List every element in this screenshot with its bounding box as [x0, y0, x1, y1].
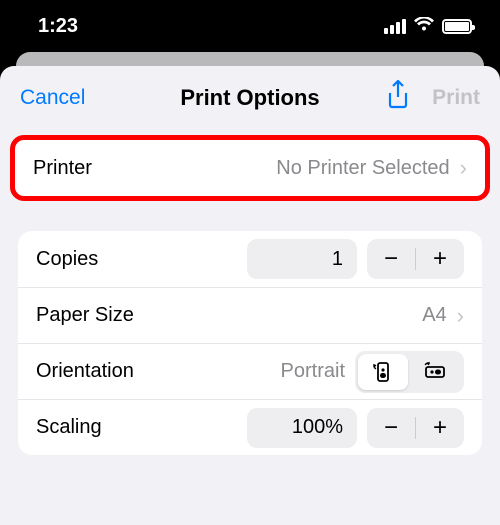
scaling-increment-button[interactable]: +: [416, 408, 464, 448]
print-button[interactable]: Print: [432, 86, 480, 110]
paper-size-value: A4 ›: [422, 303, 464, 329]
copies-row: Copies 1 − +: [18, 231, 482, 287]
portrait-icon: [372, 361, 394, 383]
page-title: Print Options: [180, 85, 319, 111]
wifi-icon: [414, 16, 434, 37]
print-options-sheet: Cancel Print Options Print Printer No Pr…: [0, 66, 500, 525]
orientation-portrait-button[interactable]: [358, 354, 408, 390]
scaling-value[interactable]: 100%: [247, 408, 357, 448]
cellular-icon: [384, 19, 406, 34]
printer-label: Printer: [33, 157, 92, 180]
orientation-row: Orientation Portrait: [18, 343, 482, 399]
settings-group: Copies 1 − + Paper Size A4 › Orientation: [18, 231, 482, 455]
printer-group: Printer No Printer Selected ›: [10, 135, 490, 201]
chevron-right-icon: ›: [453, 303, 464, 329]
orientation-label: Orientation: [36, 360, 134, 383]
printer-value: No Printer Selected ›: [276, 155, 467, 181]
scaling-row: Scaling 100% − +: [18, 399, 482, 455]
battery-icon: [442, 19, 472, 34]
paper-size-row[interactable]: Paper Size A4 ›: [18, 287, 482, 343]
orientation-value: Portrait: [281, 360, 345, 383]
scaling-label: Scaling: [36, 416, 102, 439]
orientation-segmented: [355, 351, 464, 393]
copies-stepper: − +: [367, 239, 464, 279]
status-time: 1:23: [38, 15, 78, 38]
paper-size-label: Paper Size: [36, 304, 134, 327]
share-button[interactable]: [386, 80, 410, 115]
printer-row[interactable]: Printer No Printer Selected ›: [15, 140, 485, 196]
copies-label: Copies: [36, 248, 98, 271]
copies-value[interactable]: 1: [247, 239, 357, 279]
cancel-button[interactable]: Cancel: [20, 86, 85, 110]
nav-bar: Cancel Print Options Print: [0, 80, 500, 135]
status-bar: 1:23: [0, 0, 500, 52]
copies-decrement-button[interactable]: −: [367, 239, 415, 279]
scaling-stepper: − +: [367, 408, 464, 448]
copies-increment-button[interactable]: +: [416, 239, 464, 279]
chevron-right-icon: ›: [456, 155, 467, 181]
scaling-decrement-button[interactable]: −: [367, 408, 415, 448]
orientation-landscape-button[interactable]: [411, 354, 461, 390]
status-indicators: [384, 16, 472, 37]
landscape-icon: [424, 361, 448, 383]
